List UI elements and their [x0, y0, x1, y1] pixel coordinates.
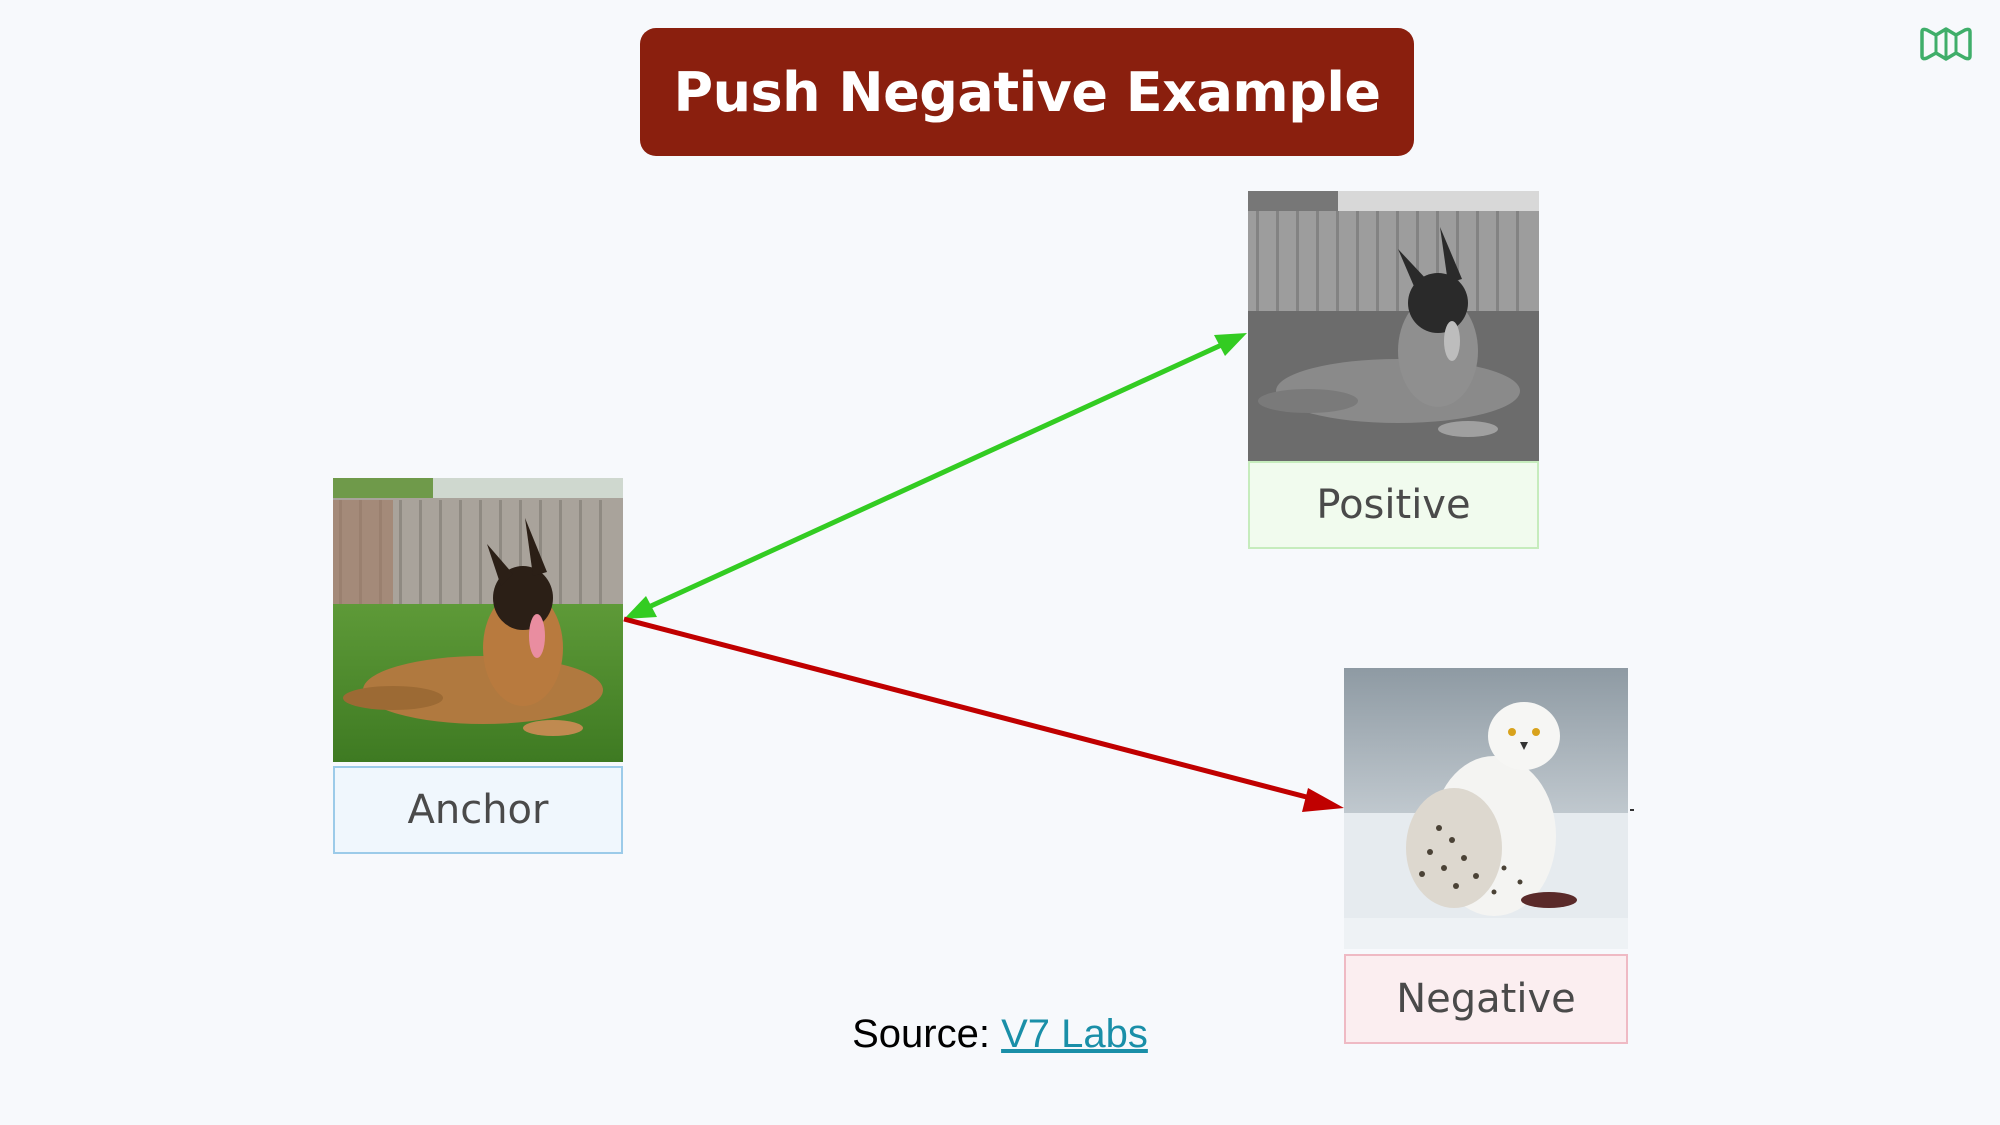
tiny-dash-mark	[1630, 809, 1634, 811]
brand-logo-icon	[1920, 27, 1972, 61]
positive-arrow	[624, 333, 1247, 619]
source-prefix: Source:	[852, 1012, 1002, 1056]
positive-arrowhead-start	[624, 596, 657, 619]
page-title: Push Negative Example	[673, 60, 1381, 124]
negative-owl-photo	[1344, 668, 1628, 949]
positive-label: Positive	[1248, 461, 1539, 549]
anchor-dog-photo	[333, 478, 623, 762]
source-link[interactable]: V7 Labs	[1001, 1012, 1148, 1056]
title-banner: Push Negative Example	[640, 28, 1414, 156]
arrows-layer	[623, 333, 1344, 812]
anchor-label: Anchor	[333, 766, 623, 854]
positive-arrowhead-end	[1214, 333, 1247, 356]
negative-arrow	[623, 616, 1344, 812]
positive-dog-photo	[1248, 191, 1539, 461]
source-caption: Source: V7 Labs	[0, 1012, 2000, 1057]
negative-arrowhead	[1302, 788, 1344, 812]
